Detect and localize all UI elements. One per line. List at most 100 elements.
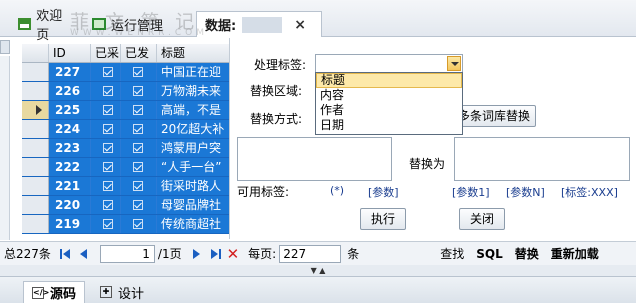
table-row[interactable]: 224 20亿超大补 bbox=[22, 120, 232, 139]
cell-published[interactable] bbox=[121, 158, 157, 176]
cell-collected[interactable] bbox=[91, 215, 121, 233]
row-indicator[interactable] bbox=[22, 120, 49, 138]
checkbox-checked-icon[interactable] bbox=[133, 162, 143, 172]
checkbox-checked-icon[interactable] bbox=[133, 219, 143, 229]
cancel-icon[interactable]: ✕ bbox=[227, 245, 240, 263]
cell-published[interactable] bbox=[121, 120, 157, 138]
checkbox-checked-icon[interactable] bbox=[133, 181, 143, 191]
checkbox-checked-icon[interactable] bbox=[133, 143, 143, 153]
chevron-up-icon[interactable]: ▲ bbox=[319, 266, 325, 275]
row-indicator[interactable] bbox=[22, 215, 49, 233]
close-button[interactable]: 关闭 bbox=[459, 208, 505, 230]
row-indicator[interactable] bbox=[22, 158, 49, 176]
cell-published[interactable] bbox=[121, 215, 157, 233]
cell-collected[interactable] bbox=[91, 139, 121, 157]
first-page-icon[interactable] bbox=[59, 248, 75, 259]
column-header-published[interactable]: 已发 bbox=[121, 44, 157, 62]
close-icon[interactable]: × bbox=[294, 17, 306, 33]
table-row[interactable]: 226 万物潮未来 bbox=[22, 82, 232, 101]
multi-dictionary-replace-button[interactable]: 多条词库替换 bbox=[452, 105, 536, 127]
page-number-input[interactable]: 1 bbox=[99, 244, 155, 263]
replace-button[interactable]: 替换 bbox=[515, 245, 539, 262]
find-text-area[interactable] bbox=[237, 137, 392, 181]
checkbox-checked-icon[interactable] bbox=[103, 181, 113, 191]
cell-collected[interactable] bbox=[91, 82, 121, 100]
cell-collected[interactable] bbox=[91, 120, 121, 138]
checkbox-checked-icon[interactable] bbox=[103, 143, 113, 153]
row-indicator[interactable] bbox=[22, 63, 49, 81]
cell-published[interactable] bbox=[121, 63, 157, 81]
header-selector[interactable] bbox=[22, 44, 49, 62]
tab-source[interactable]: </> 源码 bbox=[23, 281, 86, 303]
sql-button[interactable]: SQL bbox=[476, 247, 503, 261]
placeholder-param[interactable]: [参数] bbox=[368, 184, 399, 200]
dropdown-item-title[interactable]: 标题 bbox=[316, 73, 462, 88]
cell-id: 223 bbox=[49, 139, 91, 157]
checkbox-checked-icon[interactable] bbox=[103, 162, 113, 172]
checkbox-checked-icon[interactable] bbox=[133, 67, 143, 77]
cell-published[interactable] bbox=[121, 101, 157, 119]
row-indicator[interactable] bbox=[22, 101, 49, 119]
find-button[interactable]: 查找 bbox=[440, 245, 464, 262]
tab-design[interactable]: ✚ 设计 bbox=[92, 281, 152, 303]
cell-title: 鸿蒙用户突 bbox=[157, 139, 232, 157]
dropdown-item-author[interactable]: 作者 bbox=[316, 103, 462, 118]
table-row-selected[interactable]: 225 高端，不是 bbox=[22, 101, 232, 120]
cell-collected[interactable] bbox=[91, 158, 121, 176]
row-indicator[interactable] bbox=[22, 82, 49, 100]
checkbox-checked-icon[interactable] bbox=[133, 105, 143, 115]
checkbox-checked-icon[interactable] bbox=[133, 86, 143, 96]
row-indicator[interactable] bbox=[22, 139, 49, 157]
cell-collected[interactable] bbox=[91, 196, 121, 214]
replace-text-area[interactable] bbox=[454, 137, 630, 181]
search-icon[interactable] bbox=[0, 40, 10, 54]
checkbox-checked-icon[interactable] bbox=[103, 200, 113, 210]
cell-collected[interactable] bbox=[91, 63, 121, 81]
chevron-down-icon[interactable]: ▼ bbox=[311, 266, 317, 275]
dropdown-item-content[interactable]: 内容 bbox=[316, 88, 462, 103]
cell-id: 220 bbox=[49, 196, 91, 214]
cell-published[interactable] bbox=[121, 139, 157, 157]
cell-published[interactable] bbox=[121, 196, 157, 214]
prev-page-icon[interactable] bbox=[79, 248, 87, 259]
table-row[interactable]: 221 街采时路人 bbox=[22, 177, 232, 196]
last-page-icon[interactable] bbox=[210, 248, 221, 259]
column-header-collected[interactable]: 已采 bbox=[91, 44, 121, 62]
placeholder-wildcard[interactable]: (*) bbox=[330, 184, 344, 197]
cell-published[interactable] bbox=[121, 177, 157, 195]
next-page-icon[interactable] bbox=[192, 248, 200, 259]
process-tag-select[interactable] bbox=[315, 54, 463, 73]
column-header-title[interactable]: 标题 bbox=[157, 44, 232, 62]
cell-collected[interactable] bbox=[91, 177, 121, 195]
dropdown-item-date[interactable]: 日期 bbox=[316, 118, 462, 133]
reload-button[interactable]: 重新加载 bbox=[551, 245, 599, 262]
checkbox-checked-icon[interactable] bbox=[103, 105, 113, 115]
checkbox-checked-icon[interactable] bbox=[133, 200, 143, 210]
cell-title: 高端，不是 bbox=[157, 101, 232, 119]
execute-button[interactable]: 执行 bbox=[360, 208, 406, 230]
table-row[interactable]: 220 母婴品牌社 bbox=[22, 196, 232, 215]
checkbox-checked-icon[interactable] bbox=[133, 124, 143, 134]
checkbox-checked-icon[interactable] bbox=[103, 219, 113, 229]
per-page-input[interactable]: 227 bbox=[279, 244, 342, 263]
placeholder-tag[interactable]: [标签:XXX] bbox=[561, 184, 618, 200]
cell-published[interactable] bbox=[121, 82, 157, 100]
table-row[interactable]: 219 传统商超社 bbox=[22, 215, 232, 234]
pager-bar: 总227条 1 /1页 ✕ 每页: 227 条 查找 SQL 替换 重新加载 bbox=[0, 241, 636, 265]
column-header-id[interactable]: ID bbox=[49, 44, 91, 62]
cell-id: 221 bbox=[49, 177, 91, 195]
table-row[interactable]: 223 鸿蒙用户突 bbox=[22, 139, 232, 158]
row-indicator[interactable] bbox=[22, 177, 49, 195]
row-indicator[interactable] bbox=[22, 196, 49, 214]
checkbox-checked-icon[interactable] bbox=[103, 67, 113, 77]
panel-splitter[interactable]: ▼ ▲ bbox=[0, 265, 636, 276]
placeholder-param1[interactable]: [参数1] bbox=[452, 184, 490, 200]
tab-data[interactable]: 数据: × bbox=[196, 11, 322, 37]
table-row[interactable]: 227 中国正在迎 bbox=[22, 63, 232, 82]
placeholder-paramN[interactable]: [参数N] bbox=[506, 184, 545, 200]
checkbox-checked-icon[interactable] bbox=[103, 124, 113, 134]
chevron-down-icon[interactable] bbox=[447, 56, 461, 71]
cell-collected[interactable] bbox=[91, 101, 121, 119]
checkbox-checked-icon[interactable] bbox=[103, 86, 113, 96]
table-row[interactable]: 222 “人手一台” bbox=[22, 158, 232, 177]
